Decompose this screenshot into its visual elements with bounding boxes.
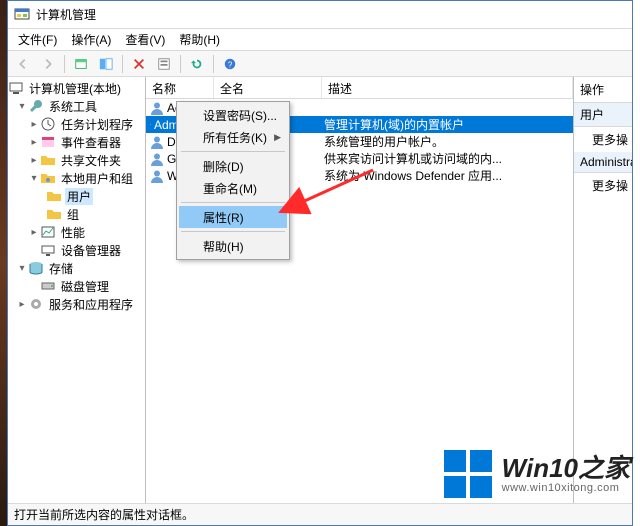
annotation-arrow — [0, 0, 640, 526]
